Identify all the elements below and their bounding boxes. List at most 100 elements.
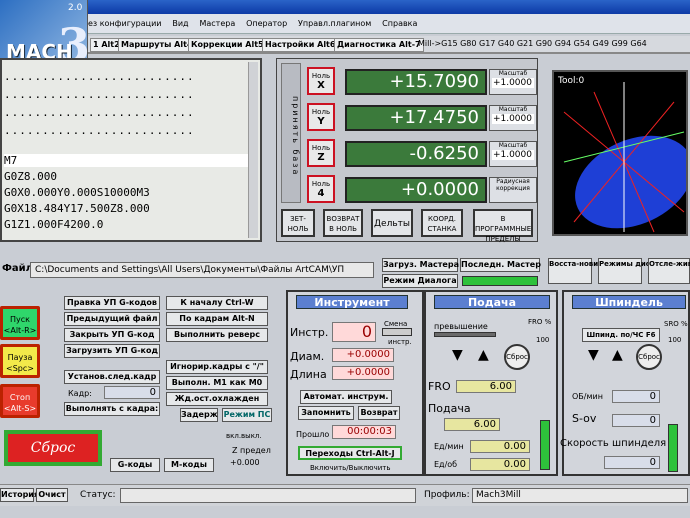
scale-label: Масштаб bbox=[498, 142, 528, 149]
feed-hold-button[interactable]: Пауза <Spc> bbox=[0, 344, 40, 378]
auto-tool-zero-button[interactable]: Автомат. инструм. bbox=[300, 390, 392, 404]
feed-title: Подача bbox=[434, 295, 550, 309]
jog-transitions-button[interactable]: Переходы Ctrl-Alt-J bbox=[298, 446, 402, 460]
line-value[interactable]: 0 bbox=[104, 386, 160, 399]
scale-x-value[interactable]: +1.0000 bbox=[492, 78, 534, 88]
feed-reset-button[interactable]: Сброс bbox=[504, 344, 530, 370]
sov-label: S-ov bbox=[572, 412, 597, 425]
tab-offsets[interactable]: Коррекции Alt5 bbox=[188, 38, 267, 52]
spindle-reset-button[interactable]: Сброс bbox=[636, 344, 662, 370]
profile-value: Mach3Mill bbox=[472, 488, 688, 503]
dro-4[interactable]: +0.0000 bbox=[345, 177, 487, 203]
feedrate-value[interactable]: 6.00 bbox=[444, 418, 500, 431]
soft-limits-button[interactable]: В ПРОГРАММНЫЕ ПРЕДЕЛЫ bbox=[473, 209, 533, 243]
set-next-line-button[interactable]: Установ.след.кадр bbox=[64, 370, 160, 384]
jog-follow-button[interactable]: Отсле-живан bbox=[648, 258, 690, 284]
reverse-run-button[interactable]: Выполнить реверс bbox=[166, 328, 268, 342]
menu-item-operator[interactable]: Оператор bbox=[246, 19, 287, 28]
tool-diameter-label: Диам. bbox=[290, 350, 325, 363]
tab-toolpath[interactable]: Маршруты Alt4 bbox=[118, 38, 196, 52]
zero-label: Ноль bbox=[311, 180, 331, 188]
load-wizards-button[interactable]: Загруз. Мастера bbox=[382, 258, 459, 272]
screen-tabs: 1 Alt2 Маршруты Alt4 Коррекции Alt5 Наст… bbox=[88, 36, 690, 54]
sro-value: 100 bbox=[668, 336, 682, 344]
toolpath-display[interactable]: Tool:0 bbox=[552, 70, 688, 236]
recent-file-button[interactable]: Предыдущий файл bbox=[64, 312, 160, 326]
tool-number-value[interactable]: 0 bbox=[332, 322, 376, 342]
machine-coords-button[interactable]: КООРД. СТАНКА bbox=[421, 209, 463, 237]
load-gcode-button[interactable]: Загрузить УП G-код bbox=[64, 344, 160, 358]
edit-gcode-button[interactable]: Правка УП G-кодов bbox=[64, 296, 160, 310]
stop-button[interactable]: Стоп <Alt-S> bbox=[0, 384, 40, 418]
cycle-start-key: <Alt-R> bbox=[3, 326, 37, 335]
dro-x[interactable]: +15.7090 bbox=[345, 69, 487, 95]
gcode-scrollbar[interactable] bbox=[248, 62, 258, 238]
zero-z-home-button[interactable]: ЗЕТ-НОЛЬ bbox=[281, 209, 315, 237]
zero-label: Ноль bbox=[311, 72, 331, 80]
tool-diameter-value[interactable]: +0.0000 bbox=[332, 348, 394, 362]
clear-button[interactable]: Очист bbox=[36, 488, 68, 502]
deltas-button[interactable]: Дельты bbox=[371, 209, 413, 237]
ref-all-label[interactable]: принять база bbox=[281, 63, 301, 203]
radius-comp[interactable]: Радиусная коррекция bbox=[489, 177, 537, 203]
spindle-speed-value[interactable]: 0 bbox=[604, 456, 660, 469]
block-delete-button[interactable]: Игнорир.кадры с "/" bbox=[166, 360, 268, 374]
menu-item-config[interactable]: ез конфигурации bbox=[88, 19, 161, 28]
spindle-cw-button[interactable]: Шпинд. по/ЧС F6 bbox=[582, 328, 660, 342]
last-wizard-button[interactable]: Последн. Мастер bbox=[460, 258, 541, 272]
rewind-button[interactable]: К началу Ctrl-W bbox=[166, 296, 268, 310]
fro-value[interactable]: 6.00 bbox=[456, 380, 516, 393]
run-from-here-button[interactable]: Выполнять с кадра: bbox=[64, 402, 160, 416]
stop-key: <Alt-S> bbox=[3, 404, 37, 413]
scale-label: Масштаб bbox=[498, 70, 528, 77]
feed-down-icon[interactable]: ▼ bbox=[452, 348, 463, 362]
gcode-panel[interactable]: ......................... ..............… bbox=[0, 58, 262, 242]
scale-z-value[interactable]: +1.0000 bbox=[492, 150, 534, 160]
reset-button[interactable]: Сброс bbox=[4, 430, 102, 466]
gcode-line: M7 bbox=[4, 154, 248, 167]
spindle-speed-label: Скорость шпинделя bbox=[560, 438, 667, 449]
cv-mode-button[interactable]: Режим ПС bbox=[222, 408, 272, 422]
menu-item-wizards[interactable]: Мастера bbox=[199, 19, 235, 28]
stop-label: Стоп bbox=[9, 393, 31, 402]
display-mode-button[interactable]: Режимы дисплея bbox=[598, 258, 669, 284]
remember-button[interactable]: Запомнить bbox=[298, 406, 354, 420]
menu-item-view[interactable]: Вид bbox=[172, 19, 188, 28]
zero-x-button[interactable]: Ноль X bbox=[307, 67, 335, 95]
scale-y-value[interactable]: +1.0000 bbox=[492, 114, 534, 124]
cycle-start-button[interactable]: Пуск <Alt-R> bbox=[0, 306, 40, 340]
return-button[interactable]: Возврат bbox=[358, 406, 400, 420]
tab-diagnostics[interactable]: Диагностика Alt-7 bbox=[334, 38, 424, 52]
conversational-button[interactable]: Режим Диалога bbox=[382, 274, 458, 288]
feed-up-icon[interactable]: ▲ bbox=[478, 348, 489, 362]
zero-y-button[interactable]: Ноль Y bbox=[307, 103, 335, 131]
limits-onoff-label: вкл.выкл. bbox=[226, 432, 262, 440]
dro-y[interactable]: +17.4750 bbox=[345, 105, 487, 131]
menu-item-plugin[interactable]: Управл.плагином bbox=[298, 19, 371, 28]
regen-button[interactable]: Восста-новить bbox=[548, 258, 607, 284]
dwell-button[interactable]: Задерж bbox=[180, 408, 218, 422]
m1-optional-stop-button[interactable]: Выполн. М1 как М0 bbox=[166, 376, 268, 390]
scale-x: Масштаб +1.0000 bbox=[489, 69, 537, 95]
spindle-slider[interactable] bbox=[668, 424, 678, 472]
spindle-down-icon[interactable]: ▼ bbox=[588, 348, 599, 362]
single-block-button[interactable]: По кадрам Alt-N bbox=[166, 312, 268, 326]
menu-item-help[interactable]: Справка bbox=[382, 19, 417, 28]
close-gcode-button[interactable]: Закрыть УП G-код bbox=[64, 328, 160, 342]
dro-z[interactable]: -0.6250 bbox=[345, 141, 487, 167]
spindle-up-icon[interactable]: ▲ bbox=[612, 348, 623, 362]
return-home-button[interactable]: ВОЗВРАТ В НОЛЬ bbox=[323, 209, 363, 237]
tab-settings[interactable]: Настройки Alt6 bbox=[262, 38, 339, 52]
history-button[interactable]: История bbox=[0, 488, 39, 502]
profile-label: Профиль: bbox=[424, 490, 470, 500]
elapsed-label: Прошло bbox=[296, 430, 330, 439]
tool-length-value[interactable]: +0.0000 bbox=[332, 366, 394, 380]
mcodes-button[interactable]: М-коды bbox=[164, 458, 214, 472]
scale-y: Масштаб +1.0000 bbox=[489, 105, 537, 131]
gcodes-button[interactable]: G-коды bbox=[110, 458, 160, 472]
flood-wait-button[interactable]: Жд.ост.охлажден bbox=[166, 392, 268, 406]
zero-z-button[interactable]: Ноль Z bbox=[307, 139, 335, 167]
zero-4-button[interactable]: Ноль 4 bbox=[307, 175, 335, 203]
gcode-dots: ......................... bbox=[4, 88, 195, 101]
feed-slider[interactable] bbox=[540, 420, 550, 470]
